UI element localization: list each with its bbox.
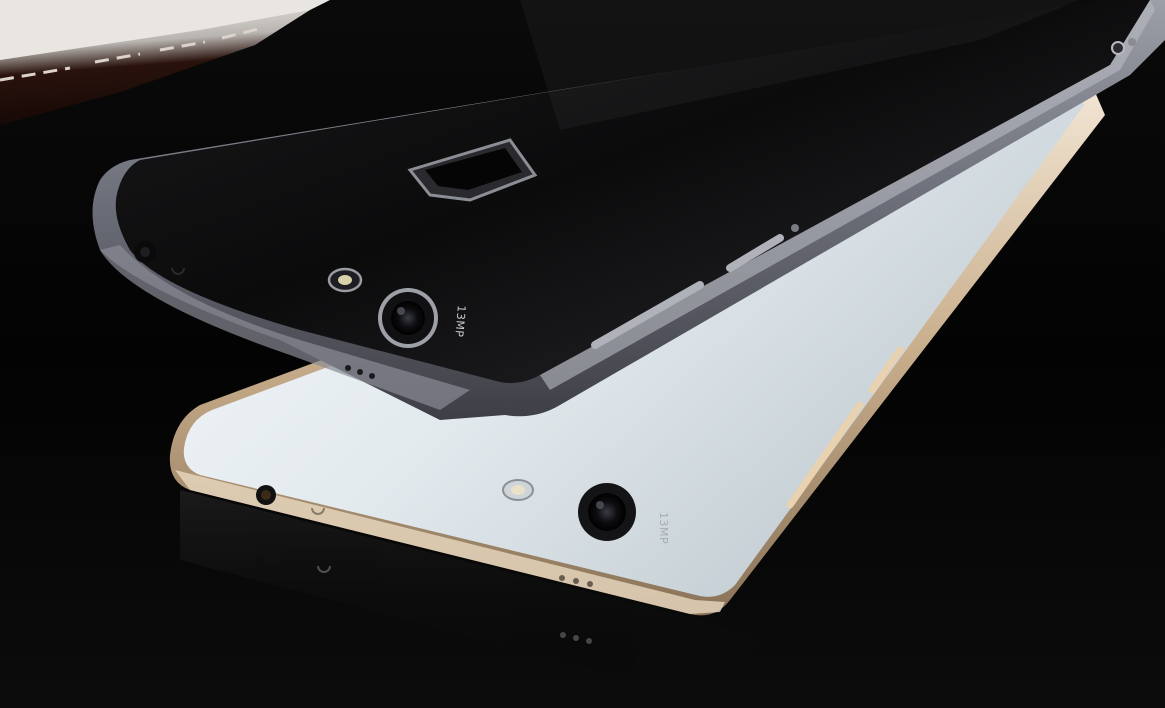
black-phone-camera-icon — [378, 288, 438, 348]
product-photo: 13MP 13MP — [0, 0, 1165, 708]
white-phone-flash-icon — [502, 479, 534, 501]
white-phone-camera-icon — [578, 483, 636, 541]
black-phone-flash-icon — [327, 267, 363, 293]
white-phone-camera-label: 13MP — [657, 512, 670, 544]
